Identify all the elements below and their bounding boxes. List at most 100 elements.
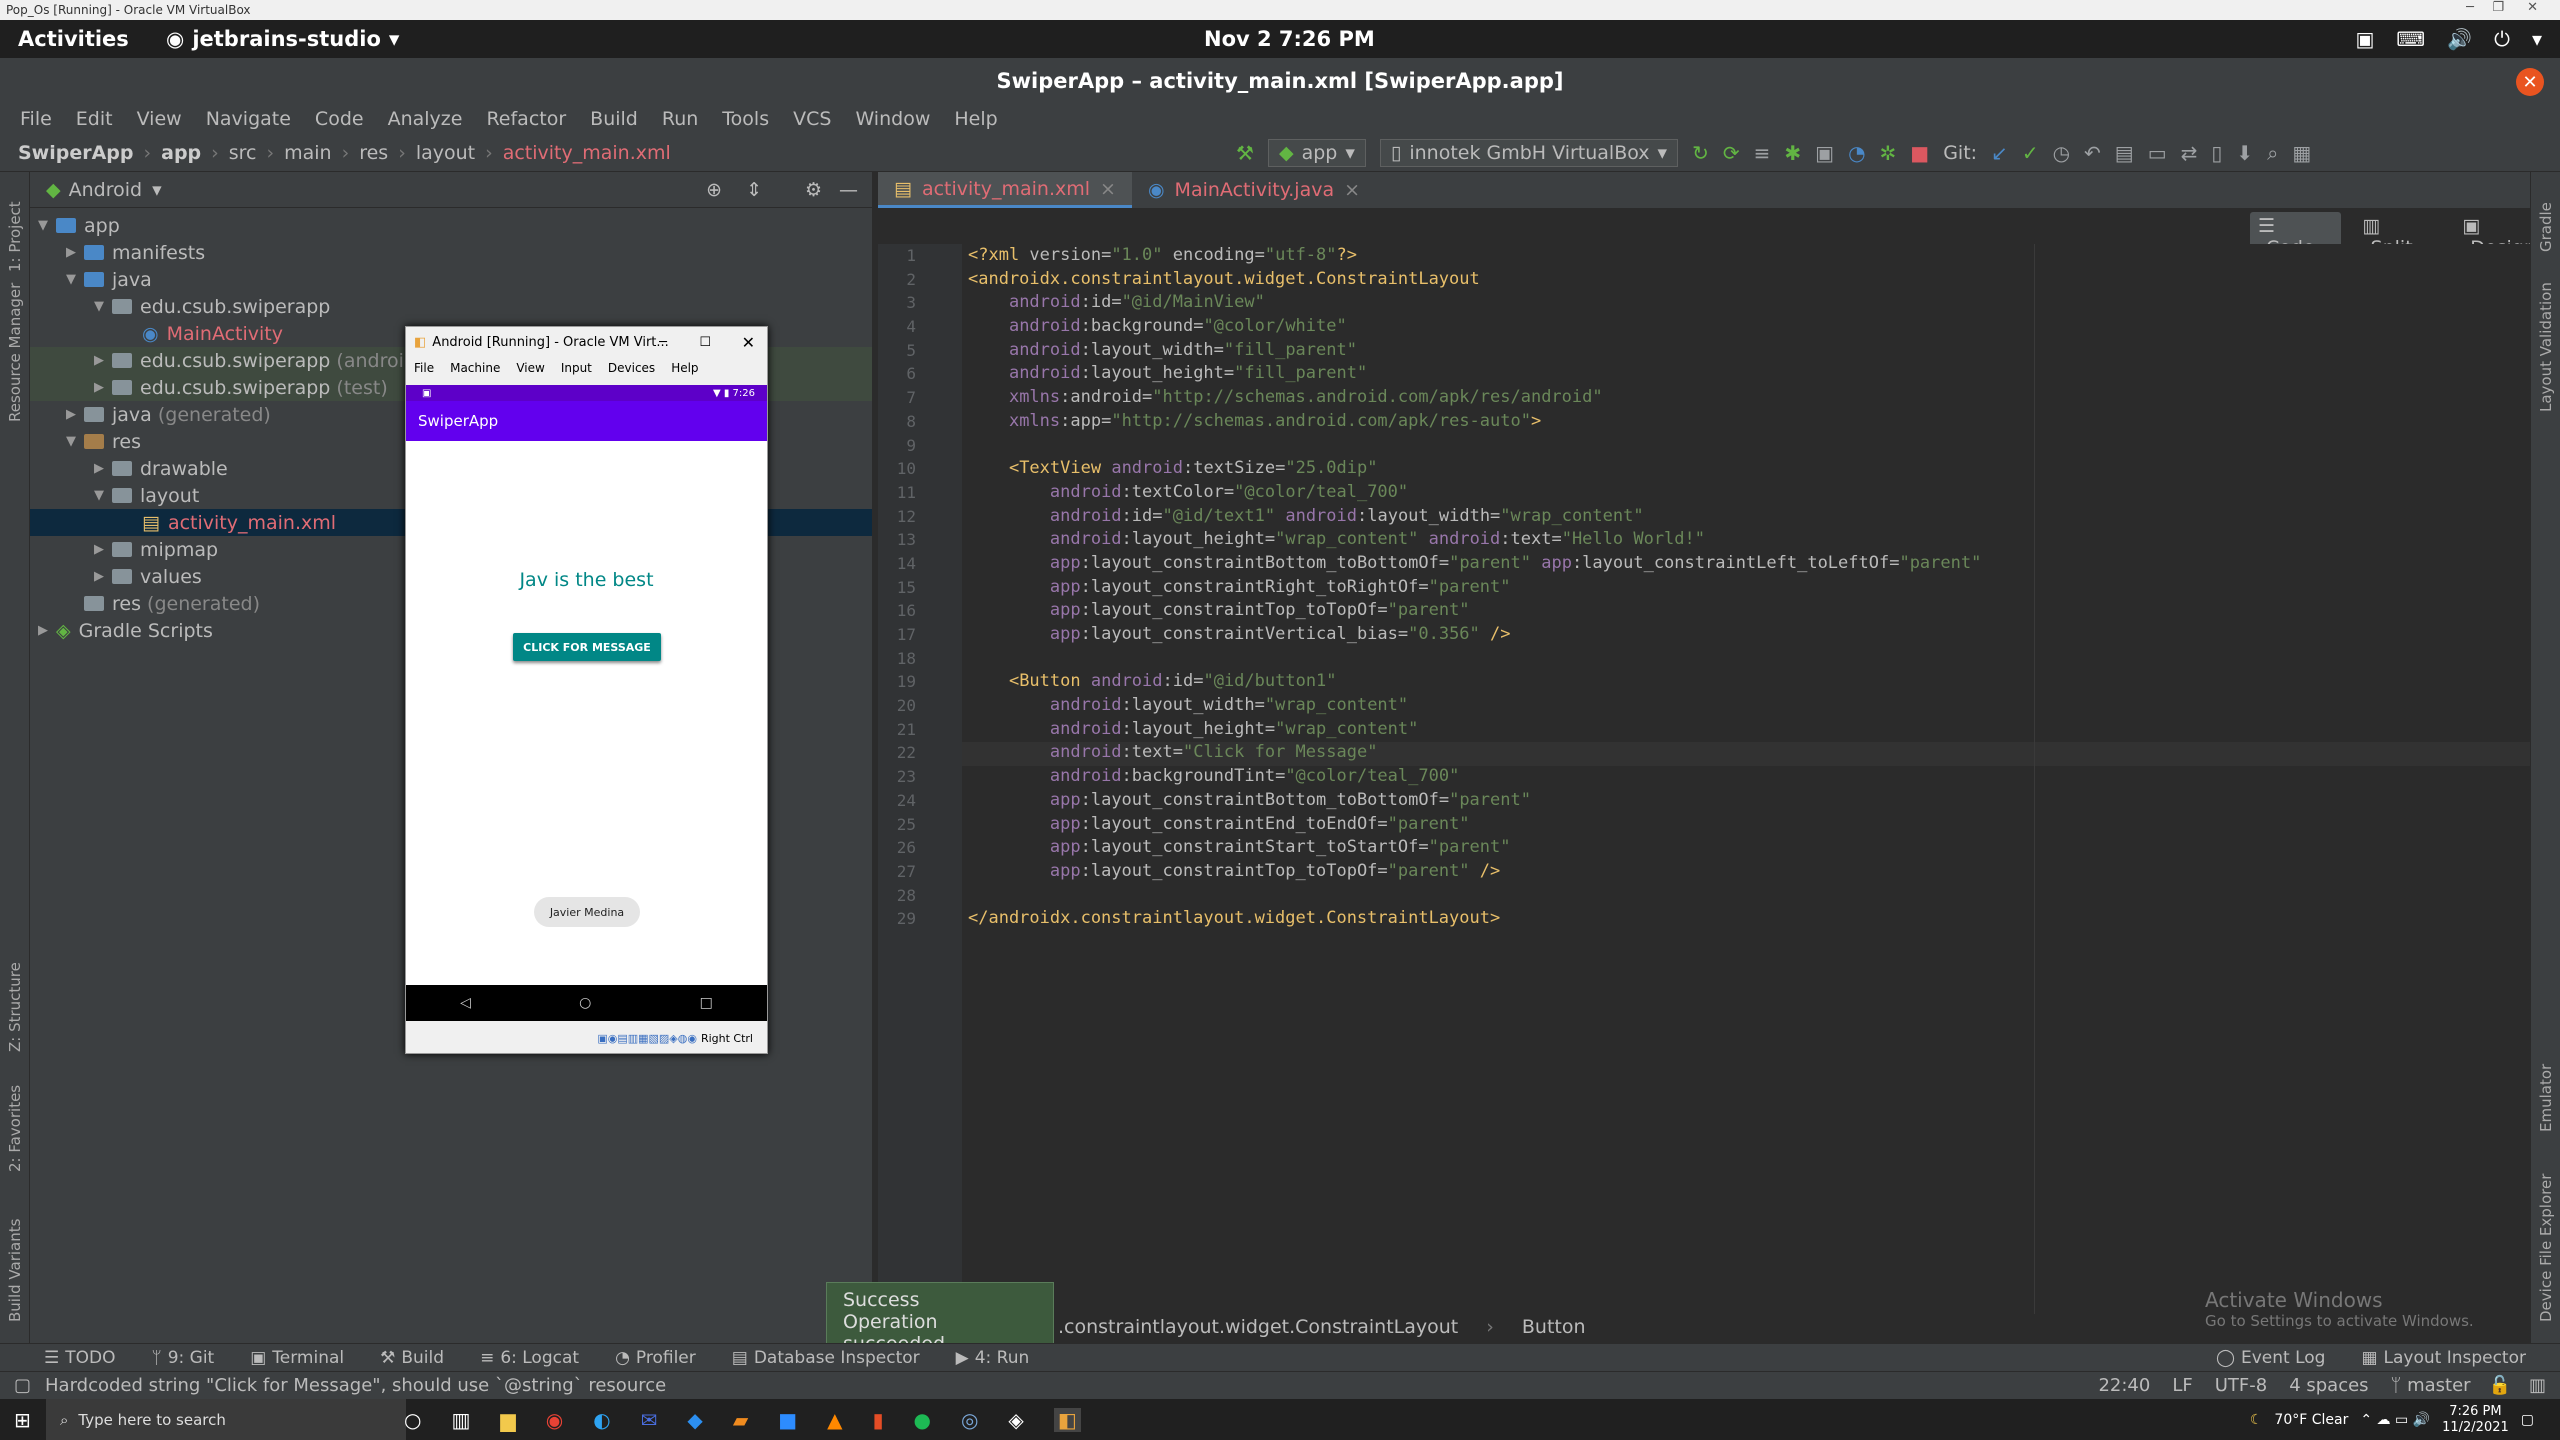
locate-icon[interactable]: ⊕ [706,179,722,201]
collapse-icon[interactable]: ⇕ [746,179,762,201]
tool-gradle[interactable]: Gradle [2537,202,2555,252]
zoom-icon[interactable]: ■ [778,1408,797,1432]
steam-icon[interactable]: ◎ [961,1408,978,1432]
code-line[interactable]: android:layout_height="fill_parent" [968,362,2530,386]
weather-text[interactable]: 70°F Clear [2274,1412,2348,1428]
app-menu[interactable]: ◉ jetbrains-studio ▾ [166,27,399,51]
menu-edit[interactable]: Edit [64,108,125,130]
code-line[interactable]: app:layout_constraintTop_toTopOf="parent… [968,860,2530,884]
close-icon[interactable]: × [1100,178,1116,200]
spotify-icon[interactable]: ● [914,1408,931,1432]
git-commit-icon[interactable]: ✓ [2022,141,2039,165]
code-line[interactable] [968,434,2530,458]
minimize-icon[interactable]: ─ [2466,0,2474,15]
vm-menu-help[interactable]: Help [671,361,698,375]
tab-profiler[interactable]: ◔ Profiler [597,1348,714,1368]
taskbar-clock[interactable]: 7:26 PM 11/2/2021 [2442,1404,2509,1436]
file-encoding[interactable]: UTF-8 [2215,1375,2267,1396]
close-icon[interactable]: ✕ [742,333,755,352]
coverage-icon[interactable]: ▣ [1815,141,1834,165]
tree-item-manifests[interactable]: ▶ manifests [30,239,872,266]
code-line[interactable]: <Button android:id="@id/button1" [968,670,2530,694]
tab-todo[interactable]: ☰ TODO [26,1348,134,1368]
profile-icon[interactable]: ◔ [1848,141,1865,165]
tool-project[interactable]: 1: Project [6,201,24,272]
stop-icon[interactable]: ■ [1910,141,1929,165]
menu-vcs[interactable]: VCS [781,108,843,130]
android-screen[interactable]: ▣ ▼ ▮ 7:26 SwiperApp Jav is the best CLIC… [406,385,767,1021]
settings-icon[interactable]: ▦ [2292,141,2311,165]
mail-icon[interactable]: ✉ [641,1408,658,1432]
tool-resource-manager[interactable]: Resource Manager [6,283,24,422]
rerun-icon[interactable]: ↻ [1692,141,1709,165]
crumb-file[interactable]: activity_main.xml [503,142,671,164]
menu-refactor[interactable]: Refactor [474,108,578,130]
code-line[interactable]: app:layout_constraintEnd_toEndOf="parent… [968,813,2530,837]
gear-icon[interactable]: ⚙ [805,179,822,201]
activities-button[interactable]: Activities [18,27,129,51]
menu-build[interactable]: Build [578,108,650,130]
vscode-icon[interactable]: ◆ [687,1408,702,1432]
code-line[interactable]: <?xml version="1.0" encoding="utf-8"?> [968,244,2530,268]
back-icon[interactable]: ◁ [460,995,471,1011]
code-line[interactable]: </androidx.constraintlayout.widget.Const… [968,907,2530,931]
code-line[interactable]: android:backgroundTint="@color/teal_700" [968,765,2530,789]
menu-window[interactable]: Window [843,108,942,130]
file-explorer-icon[interactable]: ▆ [500,1408,515,1432]
code-line[interactable]: android:id="@id/MainView" [968,291,2530,315]
code-line[interactable]: android:layout_width="wrap_content" [968,694,2530,718]
hide-icon[interactable]: — [839,179,858,201]
vm-menu-input[interactable]: Input [561,361,592,375]
code-area[interactable]: <?xml version="1.0" encoding="utf-8"?> <a… [968,244,2530,931]
clock[interactable]: Nov 2 7:26 PM [1204,27,1375,51]
menu-file[interactable]: File [8,108,64,130]
office-icon[interactable]: ▮ [873,1408,884,1432]
caret-position[interactable]: 22:40 [2098,1375,2150,1396]
status-toggle-icon[interactable]: ▢ [14,1375,31,1396]
vlc-icon[interactable]: ▲ [827,1408,842,1432]
task-view-icon[interactable]: ▥ [451,1408,470,1432]
code-line[interactable]: xmlns:app="http://schemas.android.com/ap… [968,410,2530,434]
code-line[interactable]: app:layout_constraintStart_toStartOf="pa… [968,836,2530,860]
tab-terminal[interactable]: ▣ Terminal [232,1348,362,1368]
apply-code-icon[interactable]: ≡ [1754,141,1771,165]
search-icon[interactable]: ⌕ [2267,141,2278,165]
tray-icons[interactable]: ⌃ ☁ ▭ 🔊 [2360,1412,2430,1428]
indent-setting[interactable]: 4 spaces [2289,1375,2368,1396]
vm-menu-file[interactable]: File [414,361,434,375]
windows-start-icon[interactable]: ⊞ [14,1408,31,1432]
line-separator[interactable]: LF [2172,1375,2192,1396]
code-line[interactable]: android:layout_height="wrap_content" and… [968,528,2530,552]
code-editor[interactable]: 1 2 3 4 5 6 7 8 9 10 11 12 13 14 15 16 17 18 19 20 21 22 23 24 2… [878,244,2530,1314]
apply-changes-icon[interactable]: ⟳ [1723,141,1740,165]
close-icon[interactable]: ✕ [2527,0,2538,15]
editor-crumb-root[interactable]: .constraintlayout.widget.ConstraintLayou… [1058,1316,1458,1338]
maximize-icon[interactable]: ☐ [699,335,711,350]
tab-logcat[interactable]: ≡ 6: Logcat [462,1348,597,1368]
device-manager-icon[interactable]: ▯ [2211,141,2222,165]
code-line[interactable]: app:layout_constraintBottom_toBottomOf="… [968,552,2530,576]
crumb-res[interactable]: res [359,142,388,164]
code-line[interactable]: <androidx.constraintlayout.widget.Constr… [968,268,2530,292]
tool-favorites[interactable]: 2: Favorites [6,1085,24,1172]
run-config-select[interactable]: ◆ app ▾ [1267,139,1366,167]
project-structure-icon[interactable]: ▤ [2115,141,2134,165]
tool-layout-validation[interactable]: Layout Validation [2537,282,2555,412]
taskbar-search[interactable]: ⌕ Type here to search [46,1399,406,1440]
menu-analyze[interactable]: Analyze [376,108,475,130]
edge-icon[interactable]: ◐ [593,1408,610,1432]
success-toast[interactable]: Success Operation succeeded [826,1282,1054,1355]
tool-emulator[interactable]: Emulator [2537,1064,2555,1132]
code-line[interactable]: app:layout_constraintRight_toRightOf="pa… [968,576,2530,600]
code-line[interactable]: android:textColor="@color/teal_700" [968,481,2530,505]
project-view-select[interactable]: Android [69,179,142,201]
tab-database-inspector[interactable]: ▤ Database Inspector [714,1348,938,1368]
tool-device-file-explorer[interactable]: Device File Explorer [2537,1174,2555,1322]
crumb-app[interactable]: app [161,142,201,164]
code-line[interactable]: app:layout_constraintTop_toTopOf="parent… [968,599,2530,623]
menu-view[interactable]: View [125,108,194,130]
code-line[interactable]: <TextView android:textSize="25.0dip" [968,457,2530,481]
tool-build-variants[interactable]: Build Variants [6,1219,24,1322]
code-line[interactable] [968,884,2530,908]
cortana-icon[interactable]: ○ [404,1408,421,1432]
